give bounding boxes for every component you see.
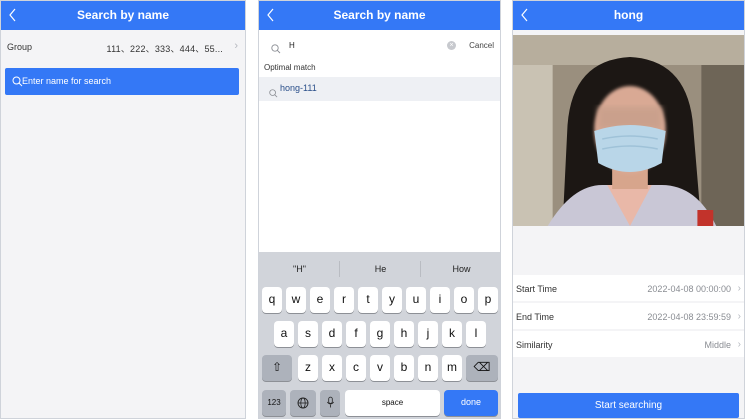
backspace-icon: ⌫	[473, 360, 491, 374]
globe-icon	[297, 395, 309, 409]
start-time-row[interactable]: Start Time 2022-04-08 00:00:00 ›	[513, 275, 744, 301]
shift-key[interactable]: ⇧	[262, 355, 292, 381]
group-selector[interactable]: Group 111、222、333、444、55... ›	[1, 31, 245, 63]
search-placeholder: Enter name for search	[22, 76, 112, 86]
chevron-right-icon: ›	[737, 283, 741, 294]
key-v[interactable]: v	[370, 355, 390, 381]
search-input[interactable]: Enter name for search	[5, 68, 239, 95]
done-key[interactable]: done	[444, 390, 498, 416]
on-screen-keyboard: "H" He How qwertyuiop asdfghjkl ⇧ zxcvbn…	[259, 252, 500, 418]
end-time-value: 2022-04-08 23:59:59	[647, 312, 731, 322]
screen-search-typing: Search by name H × Cancel Optimal match …	[258, 0, 501, 419]
start-searching-button[interactable]: Start searching	[518, 393, 739, 418]
key-o[interactable]: o	[454, 287, 474, 313]
similarity-label: Similarity	[516, 340, 553, 350]
suggestion-item[interactable]: He	[340, 264, 421, 274]
navigation-bar: Search by name	[1, 1, 245, 30]
key-s[interactable]: s	[298, 321, 318, 347]
screen-search-by-name: Search by name Group 111、222、333、444、55.…	[0, 0, 246, 419]
page-title: hong	[613, 8, 644, 22]
space-key[interactable]: space	[345, 390, 440, 416]
start-time-value: 2022-04-08 00:00:00	[647, 284, 731, 294]
key-y[interactable]: y	[382, 287, 402, 313]
backspace-key[interactable]: ⌫	[466, 355, 498, 381]
chevron-right-icon: ›	[234, 40, 238, 52]
key-i[interactable]: i	[430, 287, 450, 313]
chevron-right-icon: ›	[737, 339, 741, 350]
key-q[interactable]: q	[262, 287, 282, 313]
key-d[interactable]: d	[322, 321, 342, 347]
key-m[interactable]: m	[442, 355, 462, 381]
chevron-right-icon: ›	[737, 311, 741, 322]
end-time-label: End Time	[516, 312, 555, 322]
navigation-bar: hong	[513, 1, 744, 30]
key-j[interactable]: j	[418, 321, 438, 347]
search-result-text: hong-111	[280, 83, 317, 93]
key-l[interactable]: l	[466, 321, 486, 347]
key-r[interactable]: r	[334, 287, 354, 313]
microphone-key[interactable]	[320, 390, 340, 416]
key-c[interactable]: c	[346, 355, 366, 381]
suggestion-item[interactable]: "H"	[259, 264, 340, 274]
key-k[interactable]: k	[442, 321, 462, 347]
search-query[interactable]: H	[289, 41, 295, 50]
key-e[interactable]: e	[310, 287, 330, 313]
shift-icon: ⇧	[271, 360, 283, 374]
similarity-value: Middle	[704, 340, 731, 350]
clear-icon[interactable]: ×	[447, 41, 456, 50]
optimal-match-label: Optimal match	[264, 63, 316, 72]
page-title: Search by name	[76, 8, 170, 22]
cancel-button[interactable]: Cancel	[469, 41, 494, 50]
numbers-key[interactable]: 123	[262, 390, 286, 416]
microphone-icon	[326, 395, 335, 409]
group-label: Group	[7, 42, 33, 52]
search-field[interactable]: H × Cancel	[259, 31, 500, 61]
key-w[interactable]: w	[286, 287, 306, 313]
key-n[interactable]: n	[418, 355, 438, 381]
key-z[interactable]: z	[298, 355, 318, 381]
group-value: 111、222、333、444、55...	[106, 44, 223, 54]
end-time-row[interactable]: End Time 2022-04-08 23:59:59 ›	[513, 303, 744, 329]
keyboard-suggestions: "H" He How	[259, 252, 500, 285]
similarity-row[interactable]: Similarity Middle ›	[513, 331, 744, 357]
key-t[interactable]: t	[358, 287, 378, 313]
start-time-label: Start Time	[516, 284, 558, 294]
suggestion-item[interactable]: How	[421, 264, 500, 274]
navigation-bar: Search by name	[259, 1, 500, 30]
key-b[interactable]: b	[394, 355, 414, 381]
face-photo	[513, 35, 744, 226]
page-title: Search by name	[333, 8, 426, 22]
key-a[interactable]: a	[274, 321, 294, 347]
key-x[interactable]: x	[322, 355, 342, 381]
search-result-item[interactable]: hong-111	[259, 77, 500, 101]
search-icon	[271, 41, 281, 54]
key-u[interactable]: u	[406, 287, 426, 313]
screen-person-detail: hong Start Time 2022-04-08 00:00:00 › En…	[512, 0, 745, 419]
search-icon	[269, 85, 278, 98]
key-p[interactable]: p	[478, 287, 498, 313]
key-f[interactable]: f	[346, 321, 366, 347]
globe-key[interactable]	[290, 390, 316, 416]
key-h[interactable]: h	[394, 321, 414, 347]
key-g[interactable]: g	[370, 321, 390, 347]
